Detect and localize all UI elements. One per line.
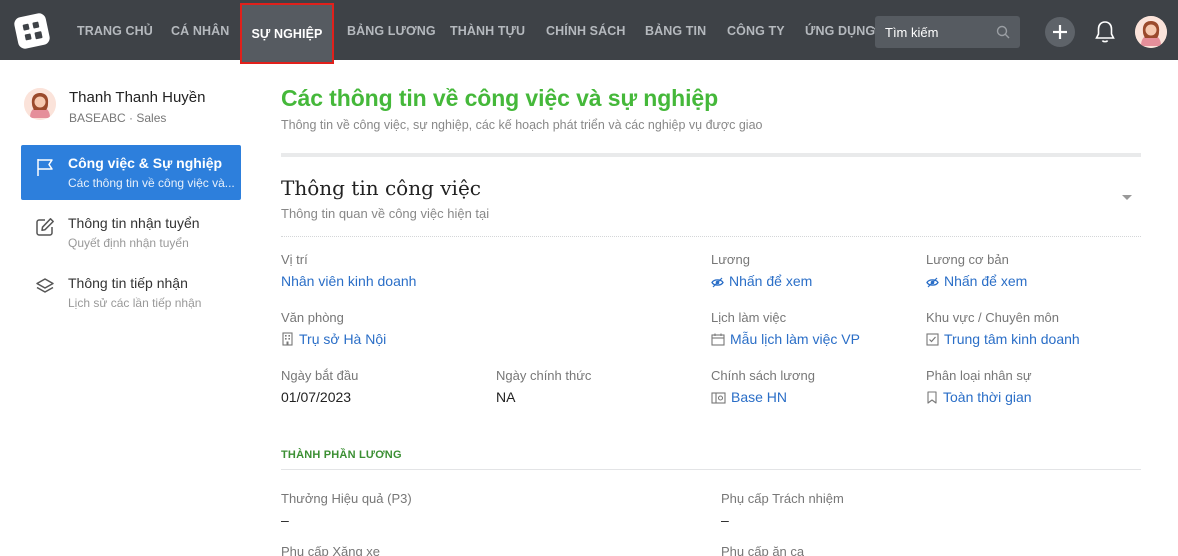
field-value-schedule[interactable]: Mẫu lịch làm việc VP xyxy=(711,331,860,347)
salary-policy-text: Base HN xyxy=(731,389,788,405)
bookmark-icon xyxy=(927,391,937,404)
add-button[interactable] xyxy=(1045,17,1075,47)
field-value-salary-policy[interactable]: Base HN xyxy=(711,389,787,405)
logo-icon[interactable] xyxy=(13,12,51,50)
field-label-office: Văn phòng xyxy=(281,310,344,325)
base-salary-text: Nhấn để xem xyxy=(944,273,1028,289)
building-icon xyxy=(282,332,293,346)
field-label-area: Khu vực / Chuyên môn xyxy=(926,310,1059,325)
sidebar-item-title: Thông tin tiếp nhận xyxy=(68,275,188,291)
calendar-icon xyxy=(711,333,725,346)
profile-avatar xyxy=(24,88,56,120)
bell-icon[interactable] xyxy=(1094,20,1116,44)
divider xyxy=(281,153,1141,157)
schedule-text: Mẫu lịch làm việc VP xyxy=(730,331,860,347)
component-label: Thưởng Hiệu quả (P3) xyxy=(281,491,412,506)
collapse-caret-icon[interactable] xyxy=(1122,195,1132,200)
field-label-staff-type: Phân loại nhân sự xyxy=(926,368,1032,383)
field-label-salary-policy: Chính sách lương xyxy=(711,368,815,383)
component-label: Phụ cấp Trách nhiệm xyxy=(721,491,844,506)
field-label-schedule: Lịch làm việc xyxy=(711,310,787,325)
field-label-start-date: Ngày bắt đầu xyxy=(281,368,359,383)
nav-item-ca-nhan[interactable]: CÁ NHÂN xyxy=(171,0,229,60)
search-icon[interactable] xyxy=(996,25,1010,39)
field-value-base-salary[interactable]: Nhấn để xem xyxy=(926,273,1027,289)
field-value-office[interactable]: Trụ sở Hà Nội xyxy=(281,331,386,347)
nav-item-su-nghiep[interactable]: SỰ NGHIỆP xyxy=(240,3,334,64)
profile-subtitle: BASEABC · Sales xyxy=(69,111,167,125)
sidebar-item-tiep-nhan[interactable]: Thông tin tiếp nhận Lịch sử các lần tiếp… xyxy=(21,265,241,320)
checkbox-icon xyxy=(926,333,939,346)
section-subtitle: Thông tin quan về công việc hiện tại xyxy=(281,206,490,221)
field-label-base-salary: Lương cơ bản xyxy=(926,252,1009,267)
money-icon xyxy=(711,392,726,404)
nav-item-cong-ty[interactable]: CÔNG TY xyxy=(727,0,785,60)
area-text: Trung tâm kinh doanh xyxy=(944,331,1080,347)
office-text: Trụ sở Hà Nội xyxy=(299,331,387,347)
page-subtitle: Thông tin về công việc, sự nghiệp, các k… xyxy=(281,118,763,132)
sidebar-item-subtitle: Lịch sử các lần tiếp nhận xyxy=(68,296,202,310)
salary-components-title: THÀNH PHẦN LƯƠNG xyxy=(281,449,402,461)
field-label-salary: Lương xyxy=(711,252,750,267)
field-label-official-date: Ngày chính thức xyxy=(496,368,592,383)
nav-item-trang-chu[interactable]: TRANG CHỦ xyxy=(77,0,153,60)
field-value-staff-type[interactable]: Toàn thời gian xyxy=(926,389,1032,405)
eye-slash-icon xyxy=(711,277,724,288)
field-value-position[interactable]: Nhân viên kinh doanh xyxy=(281,273,416,289)
sidebar-item-cong-viec[interactable]: Công việc & Sự nghiệp Các thông tin về c… xyxy=(21,145,241,200)
divider xyxy=(281,236,1141,237)
field-label-position: Vị trí xyxy=(281,252,308,267)
layers-icon xyxy=(36,278,54,293)
nav-item-chinh-sach[interactable]: CHÍNH SÁCH xyxy=(546,0,625,60)
eye-slash-icon xyxy=(926,277,939,288)
staff-type-text: Toàn thời gian xyxy=(943,389,1032,405)
sidebar-item-subtitle: Quyết định nhận tuyển xyxy=(68,236,189,250)
search-input[interactable] xyxy=(885,16,995,48)
component-value: – xyxy=(721,512,729,528)
component-label: Phụ cấp ăn ca xyxy=(721,544,805,556)
avatar[interactable] xyxy=(1135,16,1167,48)
field-value-start-date: 01/07/2023 xyxy=(281,389,352,405)
divider xyxy=(281,469,1141,470)
nav-item-ung-dung[interactable]: ỨNG DỤNG xyxy=(805,0,875,60)
profile-name: Thanh Thanh Huyền xyxy=(69,89,206,106)
nav-item-bang-luong[interactable]: BẢNG LƯƠNG xyxy=(347,0,436,60)
sidebar-item-nhan-tuyen[interactable]: Thông tin nhận tuyển Quyết định nhận tuy… xyxy=(21,205,241,260)
field-value-official-date: NA xyxy=(496,389,516,405)
component-label: Phụ cấp Xăng xe xyxy=(281,544,381,556)
page-title: Các thông tin về công việc và sự nghiệp xyxy=(281,85,719,111)
nav-item-thanh-tuu[interactable]: THÀNH TỰU xyxy=(450,0,525,60)
salary-text: Nhấn để xem xyxy=(729,273,813,289)
edit-icon xyxy=(36,218,54,236)
nav-item-bang-tin[interactable]: BẢNG TIN xyxy=(645,0,706,60)
flag-icon xyxy=(37,159,53,176)
search-box[interactable] xyxy=(875,16,1020,48)
plus-icon xyxy=(1053,25,1067,39)
field-value-area[interactable]: Trung tâm kinh doanh xyxy=(926,331,1080,347)
top-nav: TRANG CHỦ CÁ NHÂN SỰ NGHIỆP BẢNG LƯƠNG T… xyxy=(0,0,1178,64)
field-value-salary[interactable]: Nhấn để xem xyxy=(711,273,812,289)
sidebar-item-title: Công việc & Sự nghiệp xyxy=(68,155,223,171)
sidebar-item-title: Thông tin nhận tuyển xyxy=(68,215,200,231)
section-title: Thông tin công việc xyxy=(281,176,481,200)
component-value: – xyxy=(281,512,289,528)
sidebar-item-subtitle: Các thông tin về công việc và... xyxy=(68,176,235,190)
